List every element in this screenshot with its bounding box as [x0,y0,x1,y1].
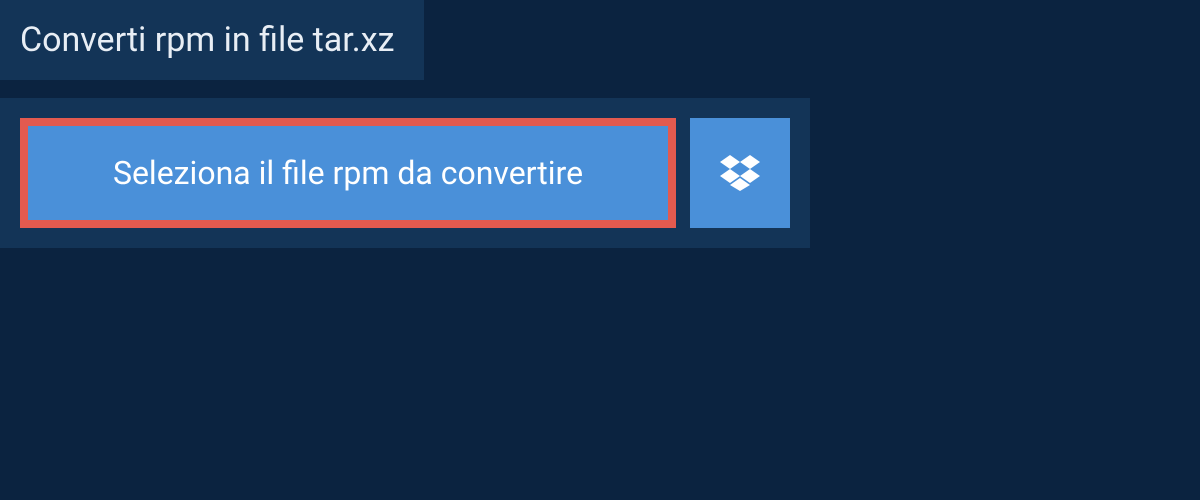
page-title-tab: Converti rpm in file tar.xz [0,0,424,80]
upload-panel: Seleziona il file rpm da convertire [0,98,810,248]
dropbox-button[interactable] [690,118,790,228]
dropbox-icon [720,155,760,191]
page-title: Converti rpm in file tar.xz [20,20,394,60]
select-file-label: Seleziona il file rpm da convertire [113,154,583,192]
select-file-button[interactable]: Seleziona il file rpm da convertire [20,118,676,228]
